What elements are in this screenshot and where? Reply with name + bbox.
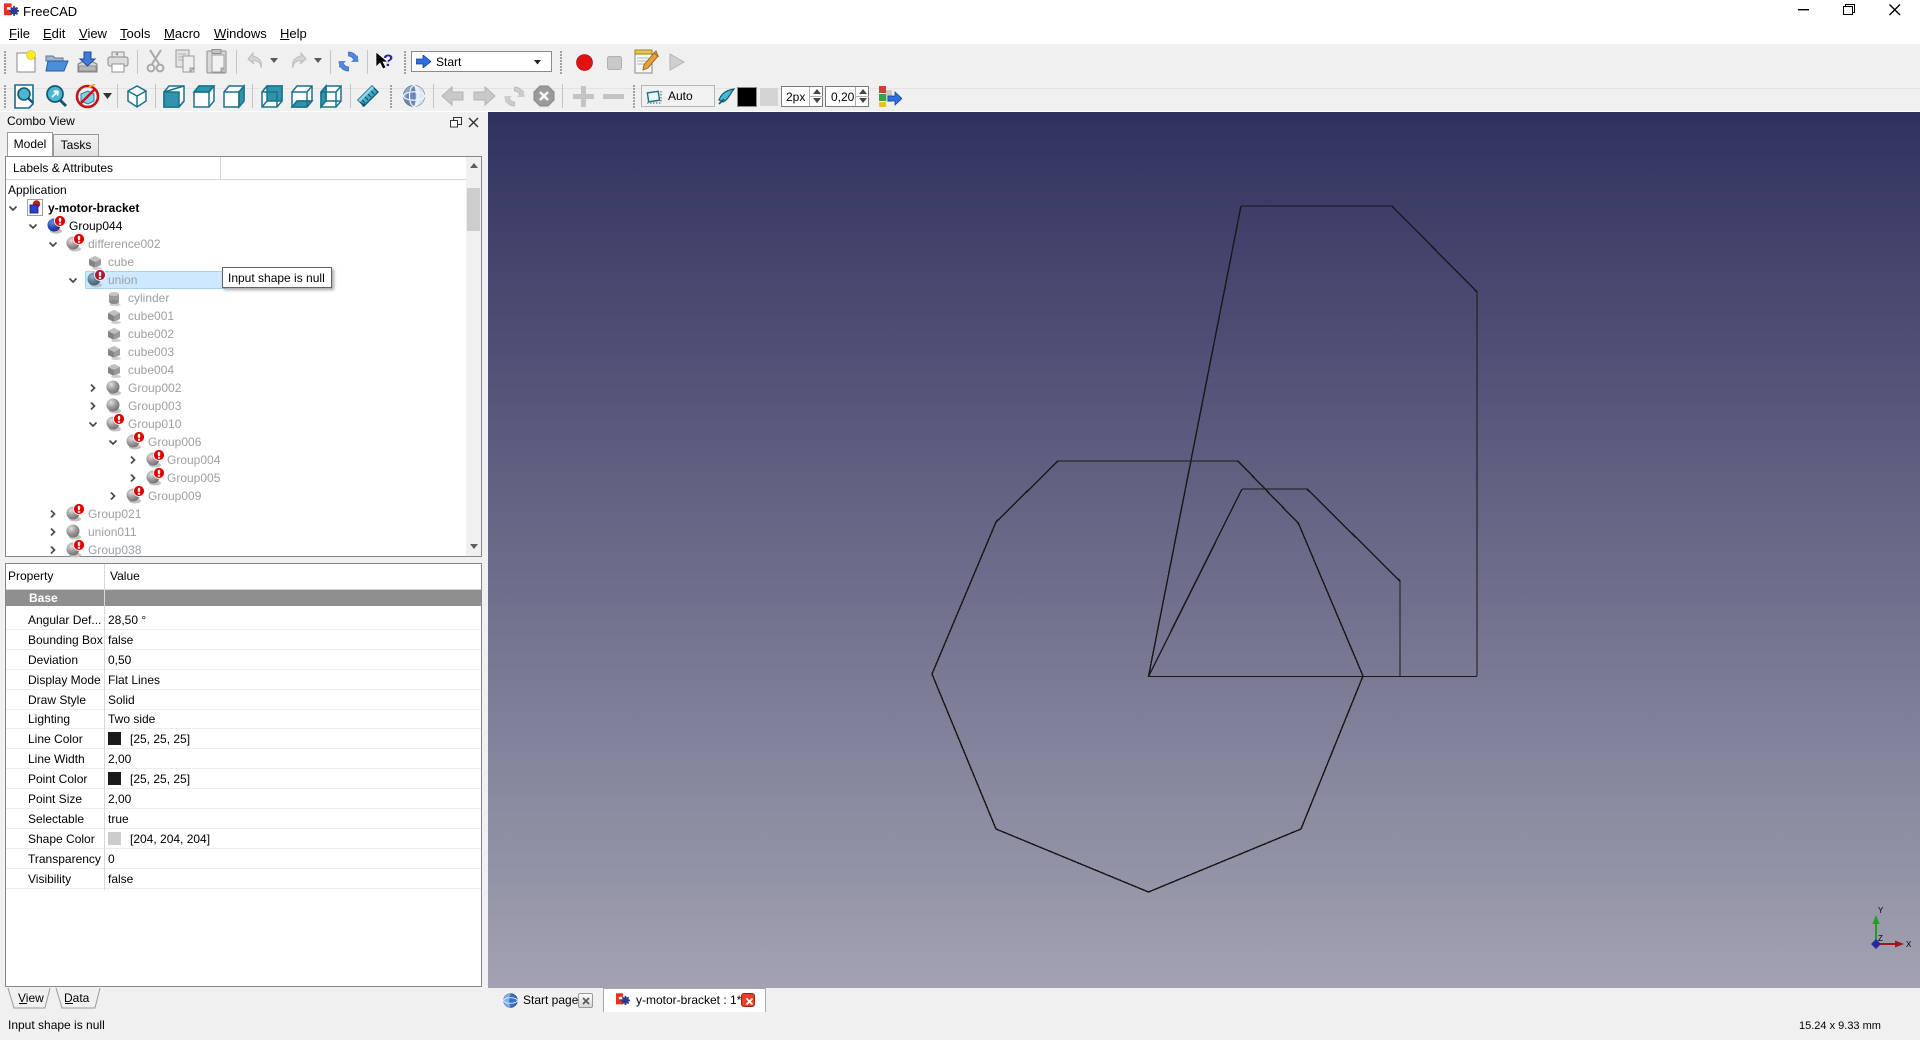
svg-text:Z: Z xyxy=(1878,934,1883,943)
svg-text:View: View xyxy=(18,991,44,1005)
svg-text:X: X xyxy=(1906,940,1912,949)
svg-text:Y: Y xyxy=(1878,906,1884,915)
svg-text:Data: Data xyxy=(64,991,90,1005)
